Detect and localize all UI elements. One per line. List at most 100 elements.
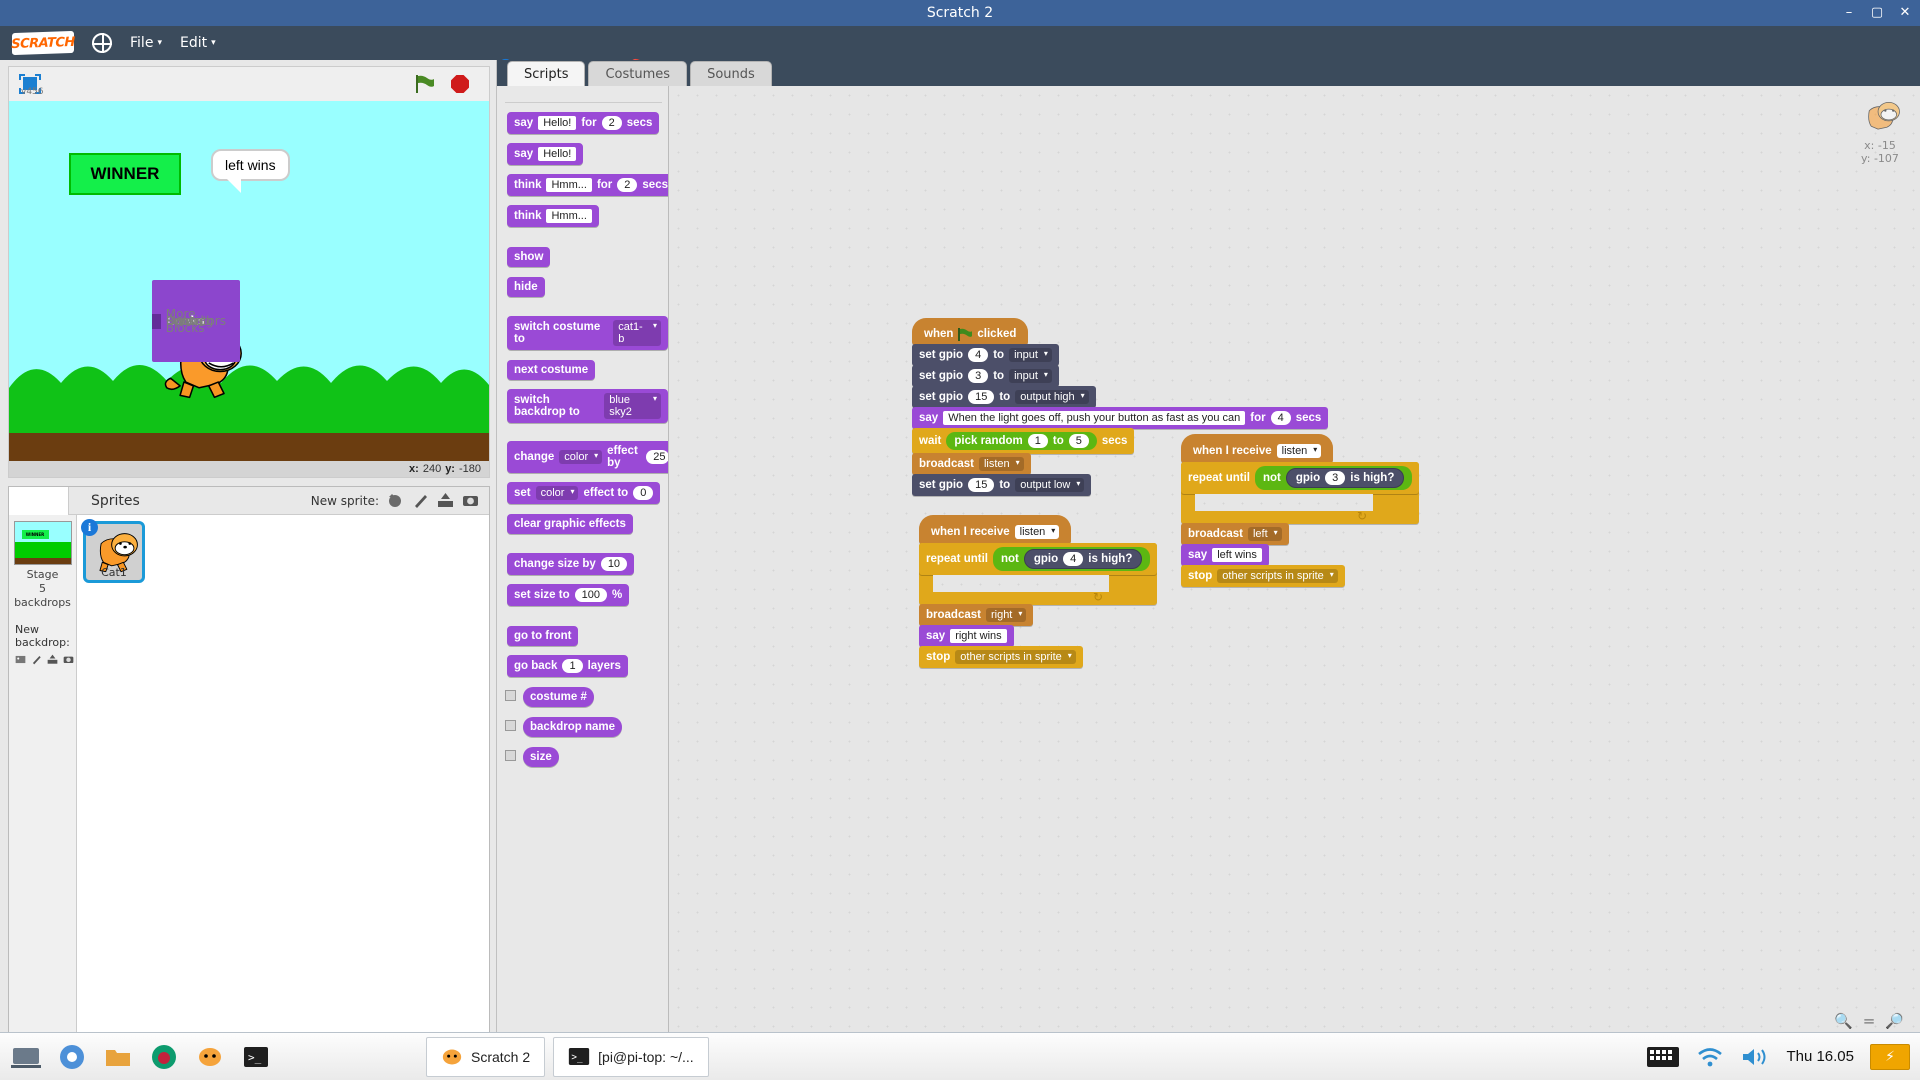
palette-block-change_size[interactable]: change size by 10 bbox=[507, 553, 635, 575]
script-block-control-2[interactable]: stop other scripts in sprite bbox=[919, 646, 1083, 668]
taskbar-window-terminal[interactable]: >_ [pi@pi-top: ~/... bbox=[553, 1036, 709, 1077]
palette-block-hide[interactable]: hide bbox=[507, 277, 545, 297]
repeat-until-c-block[interactable]: repeat until not gpio 3 is high? ↻ bbox=[1181, 462, 1420, 524]
c-block-mouth[interactable] bbox=[933, 575, 1109, 592]
script-block-events-0[interactable]: broadcast left bbox=[1181, 523, 1289, 545]
numeric-input[interactable]: 15 bbox=[968, 390, 995, 404]
text-input[interactable]: left wins bbox=[1212, 548, 1262, 562]
dropdown-field[interactable]: output high bbox=[1015, 390, 1089, 404]
choose-sprite-icon[interactable] bbox=[387, 493, 404, 508]
script-block-control-4[interactable]: wait pick random 1 to 5 secs bbox=[912, 428, 1135, 454]
volume-icon[interactable] bbox=[1740, 1045, 1770, 1069]
script-when-receive-listen-left[interactable]: when I receive listen repeat until not g… bbox=[1181, 434, 1420, 587]
taskbar-window-scratch[interactable]: Scratch 2 bbox=[426, 1036, 546, 1077]
tab-costumes[interactable]: Costumes bbox=[588, 61, 688, 86]
camera-backdrop-icon[interactable] bbox=[63, 652, 74, 667]
stage-selector-tab[interactable] bbox=[9, 486, 69, 515]
stop-icon[interactable] bbox=[451, 75, 469, 93]
menu-file[interactable]: File ▾ bbox=[130, 35, 162, 51]
script-block-looks-1[interactable]: say left wins bbox=[1181, 544, 1269, 566]
numeric-input[interactable]: 2 bbox=[601, 116, 622, 130]
text-input[interactable]: Hmm... bbox=[546, 209, 592, 223]
sprite-card-cat1[interactable]: i Cat1 bbox=[81, 519, 145, 583]
numeric-input[interactable]: 15 bbox=[968, 478, 995, 492]
taskbar-clock[interactable]: Thu 16.05 bbox=[1786, 1048, 1854, 1065]
repeat-until-header[interactable]: repeat until not gpio 3 is high? bbox=[1181, 462, 1420, 494]
camera-sprite-icon[interactable] bbox=[462, 493, 479, 508]
reporter-block[interactable]: backdrop name bbox=[523, 717, 622, 737]
menu-edit[interactable]: Edit ▾ bbox=[180, 35, 216, 51]
random-to-input[interactable]: 5 bbox=[1068, 434, 1089, 448]
gpio-is-high-sensor[interactable]: gpio 4 is high? bbox=[1023, 549, 1143, 569]
dropdown-field[interactable]: input bbox=[1009, 348, 1052, 362]
gpio-pin-value[interactable]: 4 bbox=[1063, 552, 1084, 566]
palette-block-go_back[interactable]: go back 1 layers bbox=[507, 655, 628, 677]
palette-block-say[interactable]: say Hello! bbox=[507, 143, 584, 165]
script-canvas[interactable]: x: -15 y: -107 when clicked set gpio 4 to i… bbox=[669, 86, 1920, 1042]
script-block-gpio-6[interactable]: set gpio 15 to output low bbox=[912, 474, 1092, 496]
reporter-checkbox[interactable] bbox=[505, 750, 516, 761]
numeric-input[interactable]: 4 bbox=[1270, 411, 1291, 425]
green-flag-icon[interactable] bbox=[415, 75, 435, 93]
choose-backdrop-icon[interactable] bbox=[15, 652, 26, 667]
reporter-checkbox[interactable] bbox=[505, 720, 516, 731]
palette-block-switch_cost[interactable]: switch costume to cat1-b bbox=[507, 316, 668, 350]
script-block-events-5[interactable]: broadcast listen bbox=[912, 453, 1031, 475]
palette-block-go_front[interactable]: go to front bbox=[507, 626, 579, 646]
palette-block-show[interactable]: show bbox=[507, 247, 551, 267]
not-operator[interactable]: not gpio 3 is high? bbox=[1254, 466, 1413, 490]
numeric-input[interactable]: 100 bbox=[574, 588, 607, 602]
script-block-events-0[interactable]: broadcast right bbox=[919, 604, 1034, 626]
script-block-control-2[interactable]: stop other scripts in sprite bbox=[1181, 565, 1345, 587]
minimize-button[interactable]: – bbox=[1842, 6, 1856, 20]
dropdown-field[interactable]: color bbox=[559, 450, 603, 464]
dropdown-field[interactable]: cat1-b bbox=[613, 320, 661, 346]
dropdown-field[interactable]: left bbox=[1247, 527, 1282, 541]
dropdown-field[interactable]: right bbox=[985, 608, 1027, 622]
tab-sounds[interactable]: Sounds bbox=[690, 61, 772, 86]
script-block-gpio-0[interactable]: set gpio 4 to input bbox=[912, 344, 1059, 366]
dropdown-field[interactable]: other scripts in sprite bbox=[1217, 569, 1338, 583]
hat-when-i-receive[interactable]: when I receive listen bbox=[1181, 434, 1334, 463]
numeric-input[interactable]: 1 bbox=[562, 659, 583, 673]
palette-block-think[interactable]: think Hmm... bbox=[507, 205, 599, 227]
dropdown-field[interactable]: blue sky2 bbox=[604, 393, 661, 419]
close-button[interactable]: ✕ bbox=[1898, 6, 1912, 20]
upload-sprite-icon[interactable] bbox=[437, 493, 454, 508]
text-input[interactable]: right wins bbox=[950, 629, 1007, 643]
paint-sprite-icon[interactable] bbox=[412, 493, 429, 508]
terminal-icon[interactable]: >_ bbox=[236, 1037, 276, 1077]
broadcast-dropdown[interactable]: listen bbox=[1276, 444, 1322, 458]
stage-canvas[interactable]: WINNER left wins bbox=[9, 101, 489, 461]
numeric-input[interactable]: 2 bbox=[617, 178, 638, 192]
numeric-input[interactable]: 0 bbox=[633, 486, 654, 500]
tab-scripts[interactable]: Scripts bbox=[507, 61, 586, 86]
battery-icon[interactable]: ⚡ bbox=[1870, 1043, 1910, 1070]
scratch-logo[interactable]: SCRATCH bbox=[11, 30, 75, 56]
repeat-until-c-block[interactable]: repeat until not gpio 4 is high? ↻ bbox=[919, 543, 1158, 605]
gpio-pin-value[interactable]: 3 bbox=[1325, 471, 1346, 485]
numeric-input[interactable]: 10 bbox=[600, 557, 628, 571]
paint-backdrop-icon[interactable] bbox=[31, 652, 42, 667]
hat-when-i-receive[interactable]: when I receive listen bbox=[919, 515, 1072, 544]
text-input[interactable]: Hmm... bbox=[546, 178, 592, 192]
script-block-gpio-2[interactable]: set gpio 15 to output high bbox=[912, 386, 1096, 408]
palette-block-say_for[interactable]: say Hello! for 2 secs bbox=[507, 112, 660, 134]
chromium-icon[interactable] bbox=[52, 1037, 92, 1077]
c-block-mouth[interactable] bbox=[1195, 494, 1373, 511]
sprite-info-badge[interactable]: i bbox=[81, 519, 98, 536]
palette-block-next_cost[interactable]: next costume bbox=[507, 360, 596, 380]
scratch-icon[interactable] bbox=[190, 1037, 230, 1077]
keyboard-icon[interactable] bbox=[1646, 1044, 1680, 1070]
raspberry-menu-icon[interactable] bbox=[6, 1037, 46, 1077]
dropdown-field[interactable]: color bbox=[535, 486, 579, 500]
palette-block-set_size[interactable]: set size to 100% bbox=[507, 584, 630, 606]
text-input[interactable]: Hello! bbox=[538, 116, 577, 130]
script-block-gpio-1[interactable]: set gpio 3 to input bbox=[912, 365, 1059, 387]
dropdown-field[interactable]: listen bbox=[978, 457, 1024, 471]
repeat-until-header[interactable]: repeat until not gpio 4 is high? bbox=[919, 543, 1158, 575]
hat-when-flag-clicked[interactable]: when clicked bbox=[912, 318, 1029, 345]
palette-block-think_for[interactable]: think Hmm... for 2 secs bbox=[507, 174, 668, 196]
text-input[interactable]: When the light goes off, push your butto… bbox=[943, 411, 1246, 425]
not-operator[interactable]: not gpio 4 is high? bbox=[992, 547, 1151, 571]
